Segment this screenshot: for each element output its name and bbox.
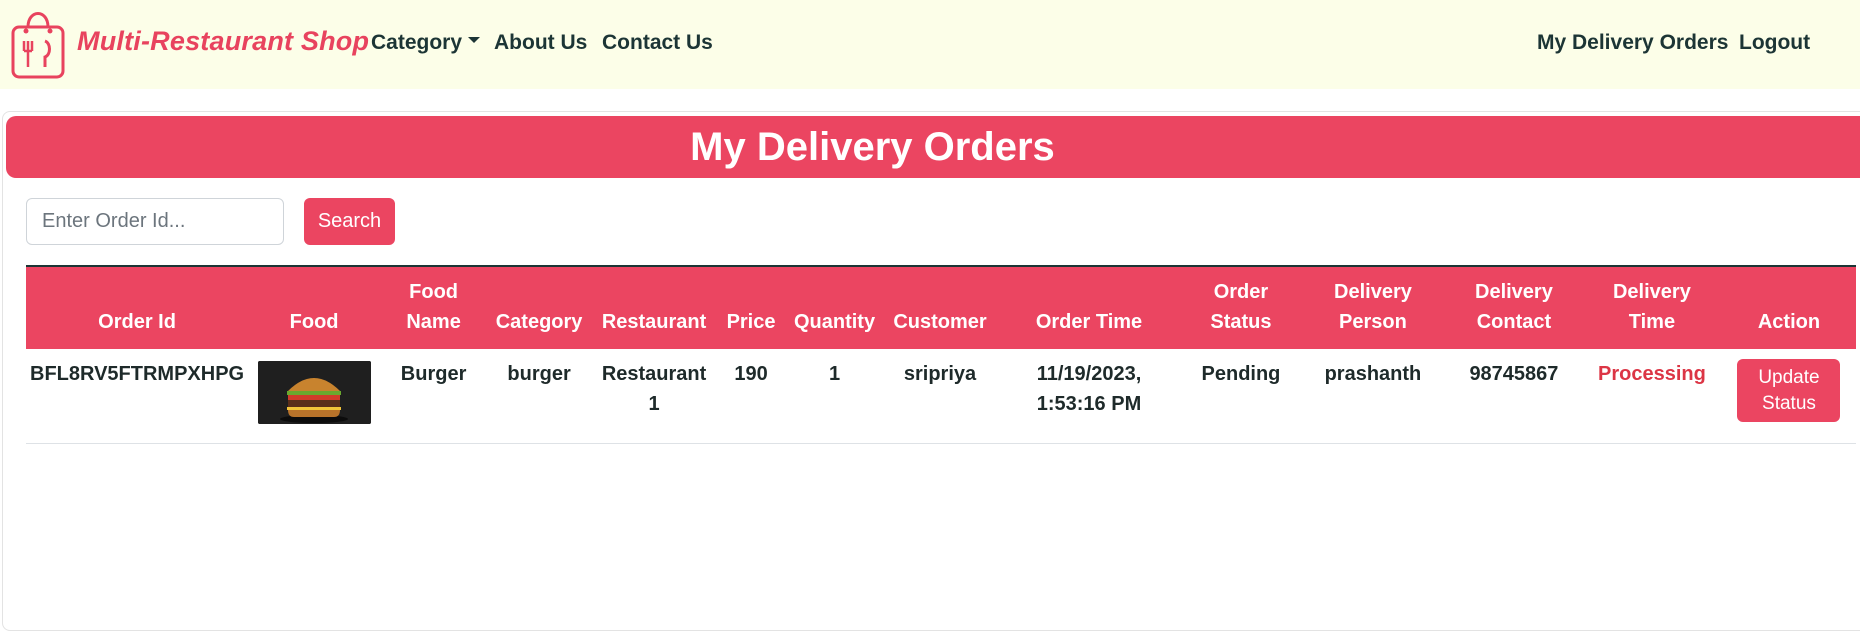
nav-about-us[interactable]: About Us <box>494 31 587 55</box>
col-food: Food <box>248 265 381 349</box>
col-quantity: Quantity <box>785 265 885 349</box>
burger-image-icon <box>257 361 371 424</box>
page-header-banner: My Delivery Orders <box>6 116 1860 178</box>
navbar: Multi-Restaurant Shop Category About Us … <box>0 0 1860 89</box>
col-delivery-person: Delivery Person <box>1299 265 1446 349</box>
col-order-status: Order Status <box>1181 265 1300 349</box>
col-order-id: Order Id <box>26 265 249 349</box>
col-action: Action <box>1721 265 1856 349</box>
nav-category-label: Category <box>371 31 463 54</box>
cell-delivery-time: Processing <box>1581 349 1722 444</box>
table-row: BFL8RV5FTRMPXHPG Burger burger Restauran… <box>26 349 1856 444</box>
cell-action: Update Status <box>1721 349 1856 444</box>
brand-name[interactable]: Multi-Restaurant Shop <box>77 26 369 57</box>
cell-order-id: BFL8RV5FTRMPXHPG <box>26 349 249 444</box>
cell-order-time: 11/19/2023, 1:53:16 PM <box>996 349 1182 444</box>
cell-customer: sripriya <box>884 349 996 444</box>
cell-price: 190 <box>717 349 786 444</box>
page-title: My Delivery Orders <box>690 124 1055 169</box>
shopping-bag-utensils-icon[interactable] <box>10 5 66 80</box>
col-delivery-contact: Delivery Contact <box>1445 265 1582 349</box>
nav-contact-us[interactable]: Contact Us <box>602 31 713 55</box>
cell-food <box>248 349 381 444</box>
delivery-orders-table: Order Id Food Food Name Category Restaura… <box>26 265 1856 444</box>
nav-category-dropdown[interactable]: Category <box>371 31 481 55</box>
nav-my-delivery-orders[interactable]: My Delivery Orders <box>1537 31 1728 55</box>
col-order-time: Order Time <box>996 265 1182 349</box>
chevron-down-icon <box>468 37 481 44</box>
cell-delivery-person: prashanth <box>1299 349 1446 444</box>
col-delivery-time: Delivery Time <box>1581 265 1722 349</box>
col-food-name: Food Name <box>380 265 488 349</box>
update-status-button[interactable]: Update Status <box>1737 359 1841 422</box>
search-button[interactable]: Search <box>304 198 395 245</box>
col-restaurant: Restaurant <box>591 265 718 349</box>
cell-category: burger <box>487 349 592 444</box>
table-header-row: Order Id Food Food Name Category Restaura… <box>26 265 1856 349</box>
order-id-search-input[interactable] <box>26 198 284 245</box>
nav-logout[interactable]: Logout <box>1739 31 1810 55</box>
col-price: Price <box>717 265 786 349</box>
col-category: Category <box>487 265 592 349</box>
cell-order-status: Pending <box>1181 349 1300 444</box>
cell-delivery-contact: 98745867 <box>1445 349 1582 444</box>
cell-quantity: 1 <box>785 349 885 444</box>
col-customer: Customer <box>884 265 996 349</box>
cell-restaurant: Restaurant 1 <box>591 349 718 444</box>
cell-food-name: Burger <box>380 349 488 444</box>
